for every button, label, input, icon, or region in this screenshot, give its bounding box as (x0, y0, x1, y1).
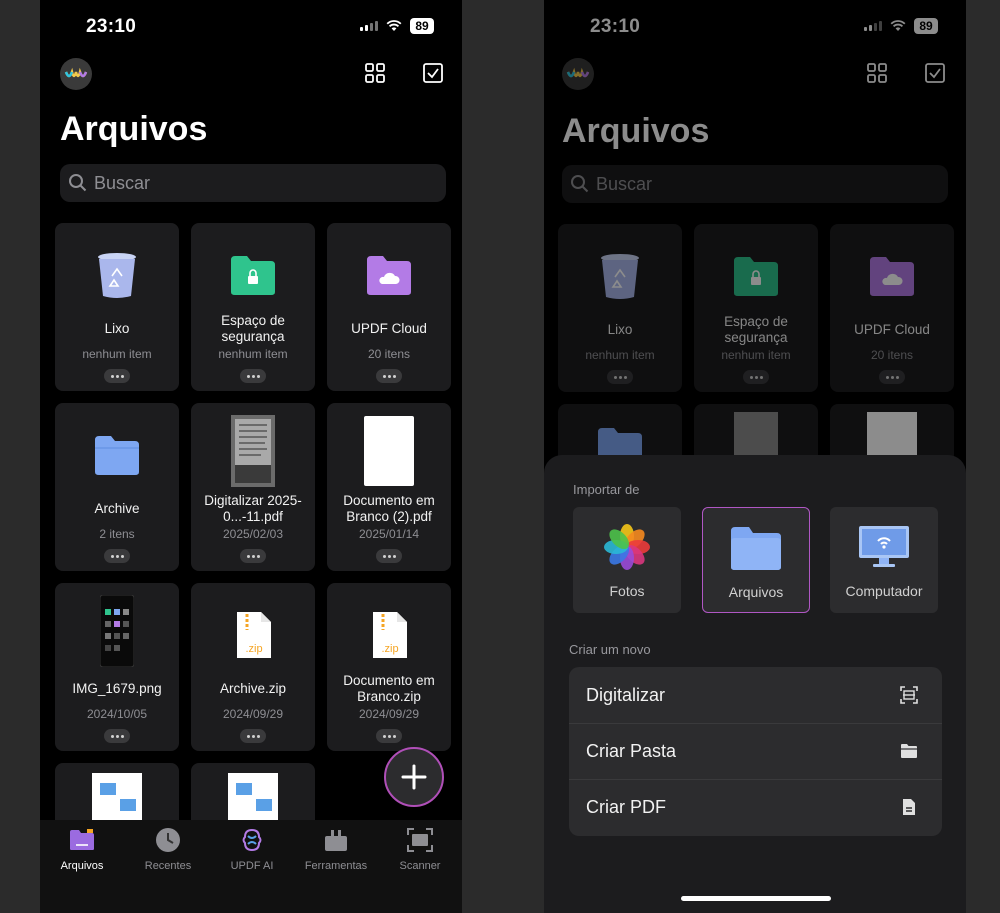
file-card-secure-space[interactable]: Espaço de segurança nenhum item (191, 223, 315, 391)
new-pdf-icon (903, 799, 915, 815)
file-card-partial[interactable] (55, 763, 179, 823)
top-bar (40, 56, 462, 92)
computer-wifi-icon (859, 526, 909, 567)
wifi-icon (386, 20, 402, 31)
import-photos-button[interactable]: Fotos (573, 507, 681, 613)
zip-icon: .zip (237, 612, 271, 658)
create-pdf-button[interactable]: Criar PDF (569, 779, 942, 835)
import-heading: Importar de (573, 482, 640, 497)
tab-arquivos[interactable]: Arquivos (40, 826, 124, 872)
import-computer-button[interactable]: Computador (830, 507, 938, 613)
ai-icon (242, 828, 262, 852)
create-folder-button[interactable]: Criar Pasta (569, 723, 942, 779)
plus-icon (401, 764, 427, 790)
status-time: 23:10 (86, 16, 137, 37)
file-card-blank-doc-zip[interactable]: .zip Documento em Branco.zip 2024/09/29 (327, 583, 451, 751)
select-checkbox-icon[interactable] (422, 62, 444, 84)
scanner-icon (407, 828, 433, 852)
import-files-button[interactable]: Arquivos (702, 507, 810, 613)
more-options-button[interactable] (104, 729, 130, 743)
grid-view-icon[interactable] (364, 62, 386, 84)
screenshot-stage: 23:10 89 Arquivos Buscar Lixo nenhum ite… (0, 0, 1000, 913)
secure-folder-icon (231, 256, 275, 295)
tab-bar: Arquivos Recentes UPDF AI Ferramentas Sc… (40, 820, 462, 913)
create-heading: Criar um novo (569, 642, 651, 657)
file-card-img-png[interactable]: IMG_1679.png 2024/10/05 (55, 583, 179, 751)
tab-ferramentas[interactable]: Ferramentas (294, 826, 378, 872)
scan-icon (900, 686, 918, 704)
status-icons: 89 (360, 18, 434, 34)
tab-updf-ai[interactable]: UPDF AI (210, 826, 294, 872)
new-folder-icon (901, 744, 917, 758)
files-folder-icon (731, 527, 781, 570)
home-indicator[interactable] (681, 896, 831, 901)
cellular-signal-icon (360, 21, 378, 31)
create-options-list: Digitalizar Criar Pasta Criar PDF (569, 667, 942, 836)
more-options-button[interactable] (376, 369, 402, 383)
more-options-button[interactable] (104, 549, 130, 563)
tab-recentes[interactable]: Recentes (126, 826, 210, 872)
zip-icon: .zip (373, 612, 407, 658)
status-bar: 23:10 89 (40, 0, 462, 56)
trash-icon (98, 253, 136, 298)
phone-import-sheet-screen: 23:10 89 Arquivos Buscar Lixo nenhum ite (544, 0, 966, 913)
folder-tab-icon (70, 829, 94, 850)
svg-text:.zip: .zip (245, 643, 262, 655)
folder-icon (95, 436, 139, 475)
svg-text:.zip: .zip (381, 643, 398, 655)
file-card-archive-zip[interactable]: .zip Archive.zip 2024/09/29 (191, 583, 315, 751)
file-card-blank-doc-2[interactable]: Documento em Branco (2).pdf 2025/01/14 (327, 403, 451, 571)
file-card-archive-folder[interactable]: Archive 2 itens (55, 403, 179, 571)
add-button[interactable] (384, 747, 444, 807)
scan-thumbnail (231, 415, 275, 487)
file-card-partial[interactable] (191, 763, 315, 823)
more-options-button[interactable] (240, 729, 266, 743)
more-options-button[interactable] (376, 549, 402, 563)
phone-screenshot-thumbnail (100, 595, 134, 667)
page-title: Arquivos (60, 110, 208, 148)
create-scan-button[interactable]: Digitalizar (569, 667, 942, 723)
more-options-button[interactable] (240, 369, 266, 383)
search-icon (69, 174, 87, 192)
avatar[interactable] (60, 58, 92, 90)
import-bottom-sheet: Importar de Fotos Arquivos Computador Cr… (544, 455, 966, 913)
file-card-trash[interactable]: Lixo nenhum item (55, 223, 179, 391)
phone-files-screen: 23:10 89 Arquivos Buscar Lixo nenhum ite… (40, 0, 462, 913)
tab-scanner[interactable]: Scanner (378, 826, 462, 872)
document-thumbnail (92, 773, 142, 823)
clock-icon (156, 828, 180, 852)
search-input[interactable]: Buscar (60, 164, 446, 202)
cloud-folder-icon (367, 256, 411, 295)
toolbox-icon (325, 830, 347, 851)
file-card-scan-pdf[interactable]: Digitalizar 2025-0...-11.pdf 2025/02/03 (191, 403, 315, 571)
photos-icon (604, 524, 650, 570)
battery-indicator: 89 (410, 18, 434, 34)
more-options-button[interactable] (104, 369, 130, 383)
blank-doc-thumbnail (364, 416, 414, 486)
file-card-updf-cloud[interactable]: UPDF Cloud 20 itens (327, 223, 451, 391)
more-options-button[interactable] (376, 729, 402, 743)
more-options-button[interactable] (240, 549, 266, 563)
document-thumbnail (228, 773, 278, 823)
search-placeholder: Buscar (94, 172, 151, 193)
